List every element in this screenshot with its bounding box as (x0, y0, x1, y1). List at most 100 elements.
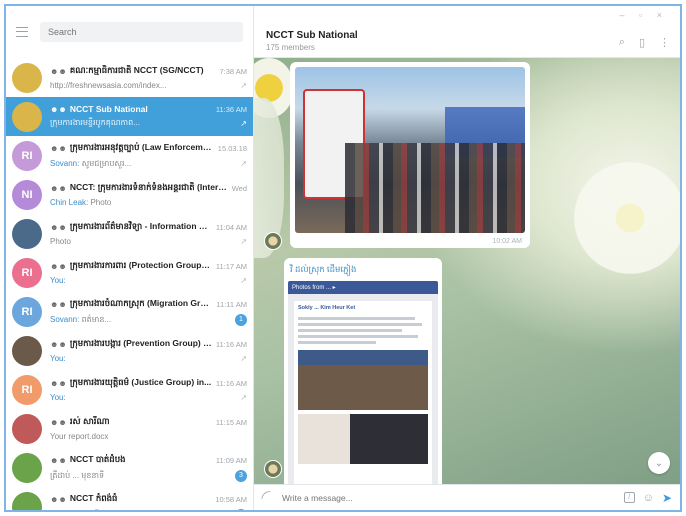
chat-preview: You: (50, 354, 236, 363)
group-icon: ☻☻ (50, 262, 67, 271)
chat-preview: You: (50, 276, 236, 285)
chat-time: 11:15 AM (215, 418, 247, 427)
facebook-screenshot[interactable]: Photos from ... ▸ Sokly ... Kim Heur Ket (288, 281, 438, 484)
chat-time: 11:16 AM (215, 379, 247, 388)
facebook-post-photo (298, 350, 428, 410)
chat-name: ក្រុមការងារអនុវត្តច្បាប់ (Law Enforcemen… (69, 141, 214, 152)
emoji-icon[interactable]: ☺ (643, 492, 654, 504)
chevron-down-icon[interactable]: ⌄ (648, 452, 670, 474)
chat-body: ☻☻ NCCT កំពង់ធំ 10:58 AM ស៊ាន ... មុខនាទ… (50, 493, 247, 511)
group-icon: ☻☻ (50, 184, 67, 193)
group-icon: ☻☻ (50, 67, 67, 76)
chat-list-item[interactable]: ☻☻ ក្រុមការងារបង្ការ (Prevention Group) … (6, 331, 253, 370)
chat-preview-row: Your report.docx (50, 432, 247, 441)
preview-text: ក្រុមការងារមន្ទីរបូកគុណភាព... (50, 118, 140, 127)
preview-text: Photo (50, 237, 71, 246)
send-icon[interactable]: ➤ (662, 491, 672, 505)
facebook-post-author: Sokly ... Kim Heur Ket (298, 305, 356, 311)
chat-avatar: RI (12, 374, 42, 405)
chat-name: ក្រុមការងារចំណាកស្រុក (Migration Group) … (69, 297, 213, 308)
more-icon[interactable]: ⋮ (659, 36, 670, 49)
photo-message[interactable]: 10:02 AM (290, 62, 530, 248)
chat-preview-row: Photo ↗ (50, 237, 247, 246)
chat-body: ☻☻ ក្រុមការងារព័ត៌មានវិទ្យា - Informatio… (50, 221, 247, 246)
menu-icon[interactable] (16, 27, 28, 37)
chat-list-item[interactable]: ☻☻ NCCT បាត់ដំបង 11:09 AM ត្រីដាប់ ... ម… (6, 448, 253, 487)
chat-time: 11:04 AM (215, 223, 247, 232)
pin-icon: ↗ (240, 81, 247, 90)
chat-list-item[interactable]: RI ☻☻ ក្រុមការងារការពារ (Protection Grou… (6, 253, 253, 292)
preview-text: ស៊ាន ... មុខនាទី (50, 510, 99, 511)
chat-list-item[interactable]: ☻☻ គណៈកម្មាធិការជាតិ NCCT (SG/NCCT) 7:38… (6, 58, 253, 97)
chat-list-item[interactable]: RI ☻☻ ក្រុមការងារចំណាកស្រុក (Migration G… (6, 292, 253, 331)
screenshot-message[interactable]: វិ ដល់ស្រុក ដើមភ្ជៀង Photos from ... ▸ S… (284, 258, 442, 484)
chat-preview: Chin Leak: Photo (50, 198, 247, 207)
chat-list-item[interactable]: ☻☻ ក្រុមការងារព័ត៌មានវិទ្យា - Informatio… (6, 214, 253, 253)
search-icon[interactable]: ⌕ (619, 36, 625, 49)
preview-sender: You: (50, 276, 66, 285)
chat-preview-row: ស៊ាន ... មុខនាទី 8 (50, 508, 247, 511)
chat-list-item[interactable]: NI ☻☻ NCCT: ក្រុមការងារទំនាក់ទំនងអន្តរជា… (6, 175, 253, 214)
chat-preview-row: ក្រុមការងារមន្ទីរបូកគុណភាព... ↗ (50, 117, 247, 129)
chat-avatar (12, 491, 42, 510)
preview-text: http://freshnewsasia.com/index... (50, 81, 167, 90)
chat-title-row: ☻☻ រស់ សារីណា 11:15 AM (50, 416, 247, 429)
chat-body: ☻☻ រស់ សារីណា 11:15 AM Your report.docx (50, 416, 247, 441)
commands-icon[interactable]: / (623, 492, 635, 503)
sender-avatar[interactable] (264, 232, 282, 250)
chat-title-row: ☻☻ NCCT: ក្រុមការងារទំនាក់ទំនងអន្តរជាតិ … (50, 182, 247, 195)
chat-name: NCCT បាត់ដំបង (69, 453, 126, 464)
chat-avatar (12, 101, 42, 132)
chat-time: 7:38 AM (219, 67, 247, 76)
chat-title[interactable]: NCCT Sub National (266, 30, 668, 41)
message-area: 10:02 AM វិ ដល់ស្រុក ដើមភ្ជៀង Photos fro… (254, 58, 680, 484)
search-input[interactable] (40, 22, 243, 42)
preview-sender: Sovann: (50, 314, 82, 324)
chat-body: ☻☻ ក្រុមការងារបង្ការ (Prevention Group) … (50, 338, 247, 363)
chat-name: គណៈកម្មាធិការជាតិ NCCT (SG/NCCT) (69, 65, 204, 75)
chat-list-item[interactable]: RI ☻☻ ក្រុមការងារអនុវត្តច្បាប់ (Law Enfo… (6, 136, 253, 175)
chat-preview-row: Sovann: ពត៌មាន... 1 (50, 313, 247, 326)
chat-preview: Sovann: ពត៌មាន... (50, 314, 231, 326)
chat-title-row: ☻☻ NCCT កំពង់ធំ 10:58 AM (50, 493, 247, 506)
chat-preview: http://freshnewsasia.com/index... (50, 81, 236, 90)
chat-time: 11:09 AM (215, 455, 247, 465)
chat-panel: – ▫ × NCCT Sub National 175 members ⌕ ▯ … (254, 6, 680, 510)
window-controls[interactable]: – ▫ × (620, 10, 668, 20)
chat-name: NCCT: ក្រុមការងារទំនាក់ទំនងអន្តរជាតិ (In… (69, 182, 228, 192)
crowd-photo[interactable] (295, 67, 525, 233)
chat-name: ក្រុមការងារព័ត៌មានវិទ្យា - Information G… (69, 221, 212, 231)
unread-badge: 1 (235, 313, 247, 326)
group-icon: ☻☻ (50, 104, 67, 114)
chat-preview-row: Sovann: សូមជម្រាបសួរ... ↗ (50, 158, 247, 170)
chat-list-item[interactable]: ☻☻ NCCT កំពង់ធំ 10:58 AM ស៊ាន ... មុខនាទ… (6, 487, 253, 511)
chat-title-row: ☻☻ ក្រុមការងារអនុវត្តច្បាប់ (Law Enforce… (50, 142, 247, 155)
chat-preview-row: You: ↗ (50, 393, 247, 402)
chat-body: ☻☻ NCCT Sub National 11:36 AM ក្រុមការងា… (50, 104, 247, 129)
chat-avatar (12, 335, 42, 366)
group-icon: ☻☻ (50, 223, 67, 232)
paperclip-icon[interactable]: ⌒ (258, 487, 278, 508)
group-icon: ☻☻ (50, 299, 67, 309)
preview-sender: Chin Leak: (50, 198, 91, 207)
pin-icon: ↗ (240, 276, 247, 285)
chat-preview-row: http://freshnewsasia.com/index... ↗ (50, 81, 247, 90)
chat-preview-row: ត្រីដាប់ ... មុខនាទី 3 (50, 469, 247, 482)
preview-text: Photo (90, 198, 112, 207)
chat-list-item[interactable]: ☻☻ NCCT Sub National 11:36 AM ក្រុមការងា… (6, 97, 253, 136)
sender-avatar[interactable] (264, 460, 282, 478)
chat-title-row: ☻☻ NCCT បាត់ដំបង 11:09 AM (50, 454, 247, 467)
chat-list-item[interactable]: ☻☻ រស់ សារីណា 11:15 AM Your report.docx (6, 409, 253, 448)
chat-list-item[interactable]: RI ☻☻ ក្រុមការងារយុត្តិធម៌ (Justice Grou… (6, 370, 253, 409)
message-input[interactable] (282, 492, 616, 503)
group-icon: ☻☻ (50, 494, 67, 504)
chat-list: ☻☻ គណៈកម្មាធិការជាតិ NCCT (SG/NCCT) 7:38… (6, 58, 253, 510)
chat-body: ☻☻ NCCT បាត់ដំបង 11:09 AM ត្រីដាប់ ... ម… (50, 454, 247, 482)
chat-avatar (12, 452, 42, 483)
pin-icon: ↗ (240, 237, 247, 246)
preview-sender: You: (50, 354, 66, 363)
sidebar-toggle-icon[interactable]: ▯ (639, 36, 645, 49)
pin-icon: ↗ (240, 159, 247, 168)
pin-icon: ↗ (240, 118, 247, 128)
header-actions: ⌕ ▯ ⋮ (619, 36, 670, 49)
